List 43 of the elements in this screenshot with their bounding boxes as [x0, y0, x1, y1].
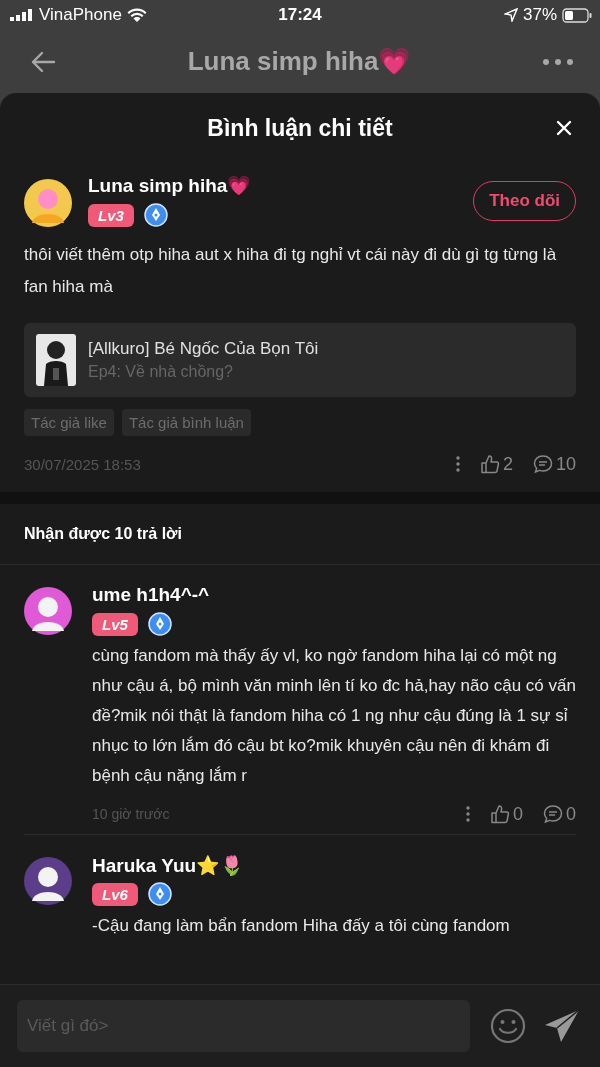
- pen-badge-icon: [147, 882, 172, 906]
- level-badge: Lv5: [92, 612, 138, 636]
- reply-count-button[interactable]: 0: [543, 803, 576, 825]
- carrier-name: VinaPhone: [39, 5, 122, 25]
- back-arrow-icon[interactable]: [30, 50, 56, 73]
- work-title: [Allkuro] Bé Ngốc Của Bọn Tôi: [88, 339, 319, 359]
- more-icon[interactable]: [542, 57, 574, 66]
- avatar-icon[interactable]: [24, 587, 72, 635]
- tag-label: Tác giả bình luận: [121, 409, 251, 436]
- signal-icon: [10, 9, 34, 21]
- pen-badge-icon: [143, 203, 168, 227]
- reply-text: cùng fandom mà thấy ấy vl, ko ngờ fandom hiha lại có một ng như cậu á, bộ mình văn minh lên tí ko đc hả,hay não cậu có vấn đề?mik nói thật là fandom hiha có 1 ng như cậu đúng là 1 sự sỉ nhục to lớn lắm đó cậu bt ko?mik khuyên cậu nên đi khám đi bệnh cậu nặng lắm r: [92, 645, 576, 787]
- send-icon[interactable]: [544, 1009, 580, 1043]
- author-name[interactable]: Luna simp hiha💗: [88, 173, 252, 197]
- reply-time: 10 giờ trước: [92, 806, 171, 822]
- replies-heading: Nhận được 10 trả lời: [0, 504, 600, 565]
- more-icon[interactable]: [455, 456, 460, 472]
- work-card[interactable]: [Allkuro] Bé Ngốc Của Bọn Tôi Ep4: Về nhà chồng?: [24, 323, 576, 397]
- level-badge: Lv6: [92, 882, 138, 906]
- tag-label: Tác giả like: [24, 409, 114, 436]
- avatar-icon[interactable]: [24, 857, 72, 905]
- episode-title: Ep4: Về nhà chồng?: [88, 363, 234, 381]
- page-title: Luna simp hiha💗: [187, 46, 411, 77]
- reply-count-button[interactable]: 10: [532, 453, 576, 475]
- like-button[interactable]: 2: [479, 453, 513, 475]
- clock-time: 17:24: [278, 5, 322, 25]
- location-icon: [503, 8, 518, 22]
- comment-text: thôi viết thêm otp hiha aut x hiha đi tg nghỉ vt cái này đi dù gì tg từng là fan hiha mà: [24, 244, 558, 298]
- comment-date: 30/07/2025 18:53: [24, 455, 142, 473]
- wifi-icon: [126, 7, 147, 23]
- reply-text: -Cậu đang làm bẩn fandom Hiha đấy a tôi cùng fandom: [92, 915, 511, 937]
- like-button[interactable]: 0: [489, 803, 523, 825]
- sheet-title: Bình luận chi tiết: [207, 114, 393, 142]
- pen-badge-icon: [147, 612, 172, 636]
- level-badge: Lv3: [88, 203, 134, 227]
- user-name[interactable]: Haruka Yuu⭐🌷: [92, 853, 245, 877]
- avatar-icon[interactable]: [24, 179, 72, 227]
- user-name[interactable]: ume h1h4^-^: [92, 584, 210, 606]
- close-icon[interactable]: [556, 120, 572, 136]
- more-icon[interactable]: [465, 806, 470, 822]
- battery-percent: 37%: [522, 5, 557, 25]
- emoji-icon[interactable]: [490, 1008, 526, 1044]
- battery-icon: [562, 7, 592, 23]
